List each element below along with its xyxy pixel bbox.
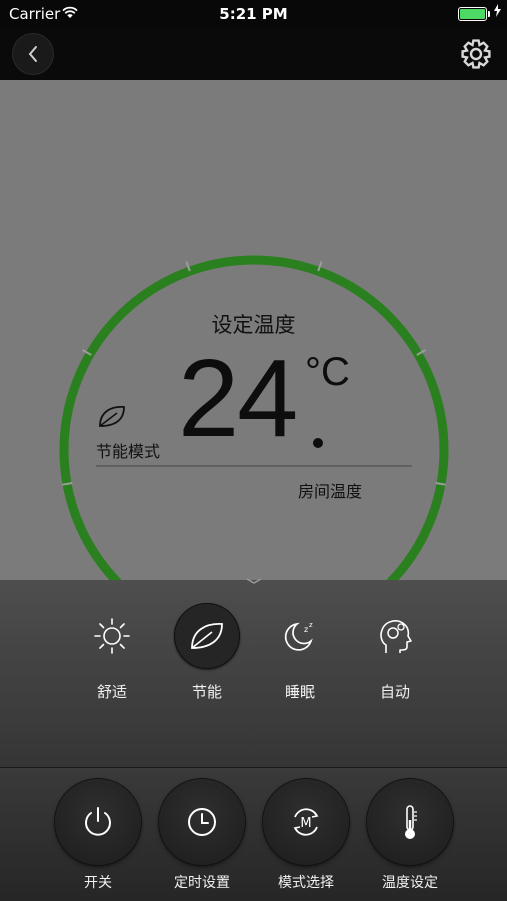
energy-mode-label: 节能模式: [96, 442, 161, 461]
power-icon: [85, 807, 111, 836]
svg-text:z: z: [304, 625, 308, 634]
gear-icon[interactable]: [457, 35, 495, 73]
mode-label: 节能: [191, 683, 222, 701]
mode-eco[interactable]: 节能: [162, 603, 252, 702]
mode-label: 睡眠: [284, 683, 315, 701]
temperature-unit: °C: [305, 350, 350, 394]
control-label: 模式选择: [278, 875, 334, 891]
decimal-dot: [313, 438, 323, 448]
leaf-icon: [99, 406, 125, 427]
battery-icon: [458, 7, 490, 21]
head-gear-icon: [380, 620, 412, 653]
control-label: 开关: [84, 875, 112, 891]
svg-text:M: M: [300, 816, 311, 831]
control-label: 温度设定: [382, 875, 438, 891]
mode-label: 自动: [379, 683, 410, 701]
panel-handle[interactable]: [246, 578, 262, 584]
clock-icon: [188, 808, 216, 836]
temperature-value: 24: [178, 337, 298, 460]
back-button[interactable]: [12, 33, 54, 75]
thermometer-icon: [405, 805, 417, 839]
divider: [96, 465, 412, 467]
moon-sleep-icon: z z: [284, 621, 313, 651]
charging-icon: [494, 4, 501, 17]
status-time: 5:21 PM: [219, 5, 288, 23]
temperature-set-button[interactable]: 温度设定: [360, 779, 460, 892]
leaf-icon: [191, 623, 223, 649]
power-button[interactable]: 开关: [48, 779, 148, 892]
mode-sleep[interactable]: z z 睡眠: [255, 603, 345, 702]
mode-label: 舒适: [96, 683, 127, 701]
chevron-left-icon: [28, 46, 37, 62]
sun-icon: [94, 618, 130, 654]
set-temperature-label: 设定温度: [211, 313, 296, 337]
svg-text:z: z: [309, 621, 313, 629]
room-temperature-label: 房间温度: [298, 482, 363, 501]
nav-bar: [0, 28, 507, 80]
mode-cycle-icon: M: [293, 808, 319, 836]
mode-comfort[interactable]: 舒适: [67, 603, 157, 702]
control-label: 定时设置: [174, 875, 230, 891]
mode-select-button[interactable]: M 模式选择: [256, 779, 356, 892]
status-bar: Carrier 5:21 PM: [0, 0, 507, 28]
mode-auto[interactable]: 自动: [350, 603, 440, 702]
timer-button[interactable]: 定时设置: [152, 779, 252, 892]
